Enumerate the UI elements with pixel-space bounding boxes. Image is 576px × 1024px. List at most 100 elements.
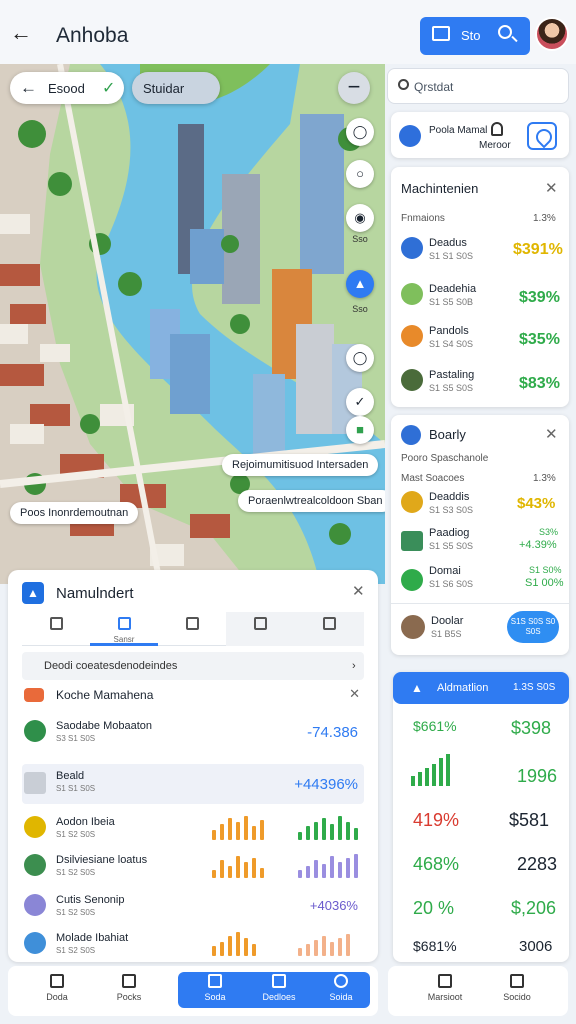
market-card: Machintenien ✕ Fnmaions 1.3% Deadus S1 S…	[391, 167, 569, 407]
nav-item-soda[interactable]: Soda	[186, 970, 244, 1012]
compass-icon[interactable]: ◉	[346, 204, 374, 232]
search-input[interactable]: Qrstdat	[387, 68, 569, 104]
stock-icon	[24, 720, 46, 742]
map-pin-icon[interactable]: ■	[346, 416, 374, 444]
nav-item-pocks[interactable]: Pocks	[100, 970, 158, 1012]
navigate-icon[interactable]: ▲	[346, 270, 374, 298]
orange-sparkline	[212, 852, 272, 878]
tab-mid-label[interactable]: Meroor	[479, 140, 511, 151]
map-filter-chip[interactable]: Stuidar	[132, 72, 220, 104]
nav-label: Pocks	[116, 992, 142, 1002]
location-icon[interactable]: ○	[346, 160, 374, 188]
tab-files[interactable]	[226, 612, 294, 646]
list-item-value: -74.386	[307, 724, 358, 741]
avatar[interactable]	[535, 17, 569, 51]
view-switcher-card: Poola Mamal Meroor	[391, 112, 569, 158]
grid-icon	[50, 974, 64, 988]
map-label[interactable]: Rejoimumitisuod Intersaden	[222, 454, 379, 476]
tab-info[interactable]: Sansr	[90, 612, 158, 646]
market-row-value: $391%	[513, 241, 563, 258]
nav-item-socido[interactable]: Socido	[488, 970, 546, 1012]
zoom-icon[interactable]: ◯	[346, 344, 374, 372]
nav-item-doda[interactable]: Doda	[28, 970, 86, 1012]
app-title: Anhoba	[56, 24, 129, 47]
tab-home[interactable]	[22, 612, 90, 646]
city-map[interactable]: ← Esood ✓ Stuidar − ◯ ○ ◉ Sso ▲ Sso ◯ ✓ …	[0, 64, 385, 584]
check-icon: ✓	[102, 80, 116, 97]
list-item-title: Aodon Ibeia	[56, 816, 115, 828]
map-label[interactable]: Poraenlwtrealcoldoon Sban	[238, 490, 385, 512]
box-icon	[24, 772, 46, 794]
plane-icon[interactable]	[399, 125, 421, 147]
back-arrow-icon[interactable]: ←	[20, 78, 37, 98]
close-icon[interactable]: ✕	[349, 686, 360, 702]
tab-left-label[interactable]: Poola Mamal	[429, 125, 487, 137]
performance-left-value: $661%	[413, 718, 457, 734]
bounty-action-button[interactable]: S1S S0S S0 S0S	[507, 611, 559, 643]
news-search-text: Deodi coeatesdenodeindes	[44, 660, 178, 672]
map-nav-chip[interactable]: ← Esood ✓	[10, 72, 124, 104]
bounty-row-value: S1 00%	[525, 577, 564, 589]
list-item-sub: S3 S1 S0S	[56, 734, 96, 743]
map-nav-chip-label: Esood	[48, 81, 85, 96]
list-item[interactable]: Cutis Senonip S1 S2 S0S +4036%	[22, 892, 364, 920]
info-icon	[117, 617, 131, 630]
map-filter-chip-label: Stuidar	[143, 81, 185, 96]
map-label[interactable]: Poos Inonrdemoutnan	[10, 502, 139, 524]
list-item[interactable]: Molade Ibahiat S1 S2 S0S	[22, 930, 364, 958]
list-item[interactable]: Dsilviesiane loatus S1 S2 S0S	[22, 852, 364, 880]
asset-icon	[401, 325, 423, 347]
bottom-nav: Doda Pocks Soda Dedloes Soida	[8, 966, 378, 1016]
tab-chat[interactable]	[158, 612, 226, 646]
nav-label: Soda	[204, 992, 226, 1002]
home-icon	[49, 617, 63, 630]
performance-left-value: $681%	[413, 938, 457, 954]
location-pin-icon[interactable]	[527, 122, 557, 150]
check-icon[interactable]: ✓	[346, 388, 374, 416]
bell-icon[interactable]	[491, 122, 503, 136]
news-tabs: Sansr	[22, 612, 364, 646]
market-row-sub: S1 S5 S0S	[429, 383, 474, 393]
chart-icon: ▲	[411, 681, 423, 695]
nav-item-soida[interactable]: Soida	[312, 970, 370, 1012]
bounty-row-name: Paadiog	[429, 527, 470, 539]
bounty-row-value: +4.39%	[519, 539, 557, 551]
layers-icon[interactable]: ◯	[346, 118, 374, 146]
minimize-button[interactable]: −	[338, 72, 370, 104]
bounty-row-value-top: S3%	[539, 527, 559, 537]
list-item-value: +4036%	[309, 898, 358, 913]
tab-tools[interactable]	[294, 612, 364, 646]
back-arrow-icon[interactable]: ←	[10, 20, 32, 46]
news-search-input[interactable]: Deodi coeatesdenodeindes ›	[22, 652, 364, 680]
search-icon	[398, 79, 409, 90]
close-icon[interactable]: ✕	[545, 179, 558, 197]
list-item-sub: S1 S2 S0S	[56, 868, 96, 877]
peach-sparkline	[298, 930, 362, 956]
coin-icon	[401, 491, 423, 513]
refresh-icon	[401, 569, 423, 591]
performance-header[interactable]: ▲ Aldmatlion 1.3S S0S	[393, 672, 569, 704]
list-item-title: Dsilviesiane loatus	[56, 854, 148, 866]
performance-badge: 1.3S S0S	[513, 682, 556, 693]
nav-item-marsioot[interactable]: Marsioot	[416, 970, 474, 1012]
bounty-footer-name: Doolar	[431, 615, 464, 627]
news-section-header: Koche Mamahena ✕	[22, 686, 364, 708]
avatar	[401, 615, 425, 639]
list-item[interactable]: Aodon Ibeia S1 S2 S0S	[22, 814, 364, 842]
bounty-title: Boarly	[429, 427, 466, 442]
close-icon[interactable]: ✕	[545, 425, 558, 443]
nav-label: Doda	[46, 992, 68, 1002]
orange-sparkline	[212, 814, 272, 840]
screen-icon	[432, 26, 450, 41]
search-icon[interactable]	[498, 25, 512, 39]
list-item-title: Beald	[56, 770, 85, 782]
market-row-sub: S1 S1 S0S	[429, 251, 474, 261]
nav-item-dedloes[interactable]: Dedloes	[250, 970, 308, 1012]
close-icon[interactable]: ✕	[352, 582, 365, 600]
bounty-col-right: 1.3%	[533, 473, 556, 484]
list-item[interactable]: Saodabe Mobaaton S3 S1 S0S -74.386	[22, 718, 364, 746]
list-item[interactable]: Beald S1 S1 S0S +44396%	[22, 764, 364, 804]
bounty-row-value-top: S1 S0%	[529, 565, 562, 575]
header-action-button[interactable]: Sto	[420, 17, 530, 55]
green-sparkline	[298, 814, 362, 840]
